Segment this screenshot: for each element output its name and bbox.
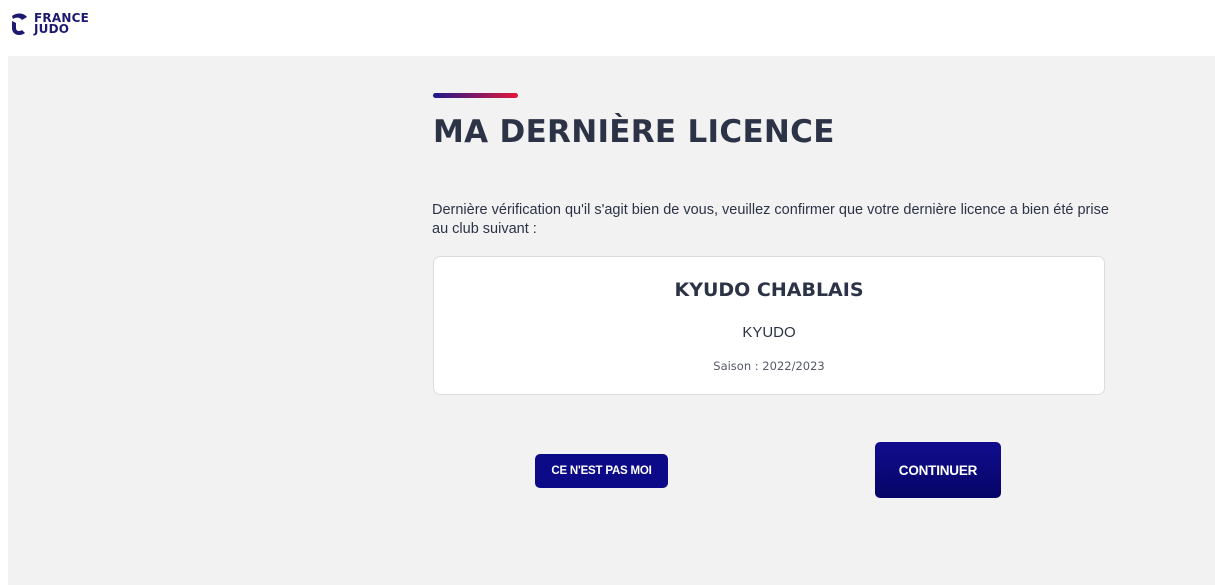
- club-discipline: KYUDO: [742, 324, 796, 341]
- title-accent-line: [433, 93, 518, 98]
- site-header: FRANCE JUDO: [0, 0, 1215, 56]
- main-content: MA DERNIÈRE LICENCE Dernière vérificatio…: [8, 56, 1215, 585]
- not-me-button[interactable]: CE N'EST PAS MOI: [535, 454, 668, 488]
- continue-button[interactable]: CONTINUER: [875, 442, 1001, 498]
- page-title: MA DERNIÈRE LICENCE: [433, 114, 835, 150]
- club-season: Saison : 2022/2023: [713, 359, 825, 373]
- france-judo-logo[interactable]: FRANCE JUDO: [10, 12, 89, 36]
- club-card: KYUDO CHABLAIS KYUDO Saison : 2022/2023: [433, 256, 1105, 395]
- logo-wordmark: FRANCE JUDO: [34, 12, 89, 36]
- confirmation-text: Dernière vérification qu'il s'agit bien …: [432, 202, 1109, 237]
- club-name: KYUDO CHABLAIS: [674, 279, 864, 301]
- france-judo-logo-icon: [12, 13, 27, 36]
- logo-line-2: JUDO: [34, 22, 70, 36]
